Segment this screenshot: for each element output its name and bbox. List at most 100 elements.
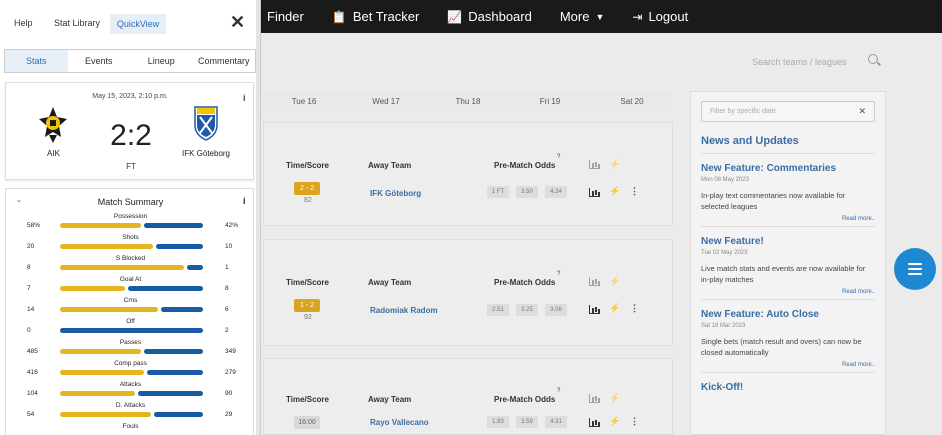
panel-header: Help Stat Library QuickView ✕: [0, 0, 260, 44]
nav-logout[interactable]: ⇥ Logout: [632, 9, 688, 24]
home-bar: [60, 223, 142, 228]
stat-row: Off 0 2: [6, 318, 255, 339]
live-bolt-icon[interactable]: ⚡: [609, 303, 620, 314]
nav-finder[interactable]: Finder: [267, 9, 304, 24]
tab-commentary[interactable]: Commentary: [193, 50, 256, 72]
info-icon[interactable]: i: [243, 93, 246, 103]
search-icon[interactable]: [868, 54, 878, 64]
stats-chart-icon[interactable]: [589, 305, 600, 314]
odds-cell[interactable]: 3.25: [516, 304, 538, 316]
panel-tabs: Stats Events Lineup Commentary: [4, 49, 256, 73]
tab-events[interactable]: Events: [68, 50, 131, 72]
fixture-card: Time/Score Away Team Pre-Match Odds ? ⚡ …: [263, 122, 673, 226]
stat-away-value: 2: [225, 327, 229, 334]
odds-help-icon[interactable]: ?: [557, 271, 560, 277]
day-tab[interactable]: Tue 16: [263, 93, 345, 111]
away-team-link[interactable]: IFK Göteborg: [370, 189, 421, 198]
tab-stats[interactable]: Stats: [5, 50, 68, 72]
bolt-icon: ⚡: [609, 276, 621, 286]
col-time-score: Time/Score: [286, 278, 329, 287]
summary-header[interactable]: ⌄ Match Summary i: [6, 189, 253, 213]
search-input[interactable]: Search teams / leagues: [690, 52, 890, 72]
nav-bet-tracker-label: Bet Tracker: [352, 9, 420, 24]
stat-library-link[interactable]: Stat Library: [54, 18, 100, 28]
date-filter-input[interactable]: Filter by specific date ✕: [701, 101, 875, 122]
home-team-name: AIK: [47, 149, 60, 158]
match-minute: 82: [304, 197, 312, 204]
odds-cell[interactable]: 1.93: [487, 416, 509, 428]
stat-away-value: 279: [225, 369, 236, 376]
odds-cell[interactable]: 2.51: [487, 304, 509, 316]
news-item-title[interactable]: New Feature!: [701, 236, 875, 247]
away-team-link[interactable]: Rayo Vallecano: [370, 418, 429, 427]
news-item-title[interactable]: New Feature: Commentaries: [701, 163, 875, 174]
stat-bar: [60, 412, 203, 417]
live-bolt-icon[interactable]: ⚡: [609, 416, 620, 427]
close-icon[interactable]: ✕: [230, 12, 245, 33]
live-bolt-icon[interactable]: ⚡: [609, 186, 620, 197]
away-team-link[interactable]: Radomiak Radom: [370, 306, 438, 315]
stat-name: Passes: [119, 339, 142, 346]
news-item-body: Single bets (match result and overs) can…: [701, 337, 862, 357]
stat-name: Fouls: [122, 423, 139, 430]
stat-row: Shots 20 10: [6, 234, 255, 255]
kickoff-time: 16:00: [294, 416, 320, 429]
day-tab[interactable]: Wed 17: [345, 93, 427, 111]
read-more-link[interactable]: Read more..: [701, 362, 875, 368]
stats-chart-icon[interactable]: [589, 418, 600, 427]
clear-filter-icon[interactable]: ✕: [858, 106, 866, 117]
date-filter-placeholder: Filter by specific date: [710, 108, 776, 115]
odds-cell[interactable]: 3.50: [516, 186, 538, 198]
logout-icon: ⇥: [632, 9, 643, 24]
day-tab[interactable]: Thu 18: [427, 93, 509, 111]
col-away-team: Away Team: [368, 161, 412, 170]
odds-cell[interactable]: 3.06: [545, 304, 567, 316]
match-minute: 92: [304, 314, 312, 321]
odds-cell[interactable]: 4.24: [545, 186, 567, 198]
col-away-team: Away Team: [368, 395, 412, 404]
quickview-tab[interactable]: QuickView: [110, 14, 166, 34]
help-link[interactable]: Help: [14, 18, 33, 28]
odds-cell[interactable]: 4.31: [545, 416, 567, 428]
stat-away-value: 10: [225, 243, 233, 250]
news-item-title[interactable]: New Feature: Auto Close: [701, 309, 875, 320]
more-options-icon[interactable]: ⋮: [630, 303, 639, 314]
menu-fab-button[interactable]: [894, 248, 936, 290]
stat-bar: [60, 307, 203, 312]
news-item-title[interactable]: Kick-Off!: [701, 382, 875, 393]
panel-scrollbar[interactable]: [256, 0, 260, 435]
stat-bar: [60, 391, 203, 396]
home-bar: [60, 307, 158, 312]
read-more-link[interactable]: Read more..: [701, 216, 875, 222]
odds-cell[interactable]: 3.59: [516, 416, 538, 428]
news-item-date: Tue 02 May 2023: [701, 250, 748, 256]
news-item-date: Sat 18 Mar 2023: [701, 323, 746, 329]
away-bar: [187, 265, 203, 270]
stat-row: S Blocked 8 1: [6, 255, 255, 276]
news-item: New Feature: Auto Close Sat 18 Mar 2023 …: [701, 300, 875, 373]
odds-help-icon[interactable]: ?: [557, 154, 560, 160]
odds-cell[interactable]: 1 FT: [487, 186, 509, 198]
stats-chart-icon[interactable]: [589, 188, 600, 197]
stat-name: Off: [126, 318, 135, 325]
stat-bar: [60, 328, 203, 333]
stat-row: Comp pass 416 279: [6, 360, 255, 381]
stat-name: Possession: [113, 213, 148, 220]
more-options-icon[interactable]: ⋮: [630, 186, 639, 197]
day-tab[interactable]: Sat 20: [591, 93, 673, 111]
tab-lineup[interactable]: Lineup: [130, 50, 193, 72]
stat-home-value: 54: [27, 411, 35, 418]
nav-more[interactable]: More ▼: [560, 9, 605, 24]
read-more-link[interactable]: Read more..: [701, 289, 875, 295]
more-options-icon[interactable]: ⋮: [630, 416, 639, 427]
odds-help-icon[interactable]: ?: [557, 388, 560, 394]
nav-more-label: More: [559, 9, 590, 24]
day-tab[interactable]: Fri 19: [509, 93, 591, 111]
nav-bet-tracker[interactable]: 📋 Bet Tracker: [332, 9, 419, 24]
col-odds: Pre-Match Odds: [494, 278, 556, 287]
nav-dashboard[interactable]: 📈 Dashboard: [447, 9, 532, 24]
bolt-icon: ⚡: [609, 393, 621, 403]
stat-away-value: 42%: [225, 222, 239, 229]
info-icon[interactable]: i: [243, 196, 246, 206]
stat-away-value: 90: [225, 390, 233, 397]
